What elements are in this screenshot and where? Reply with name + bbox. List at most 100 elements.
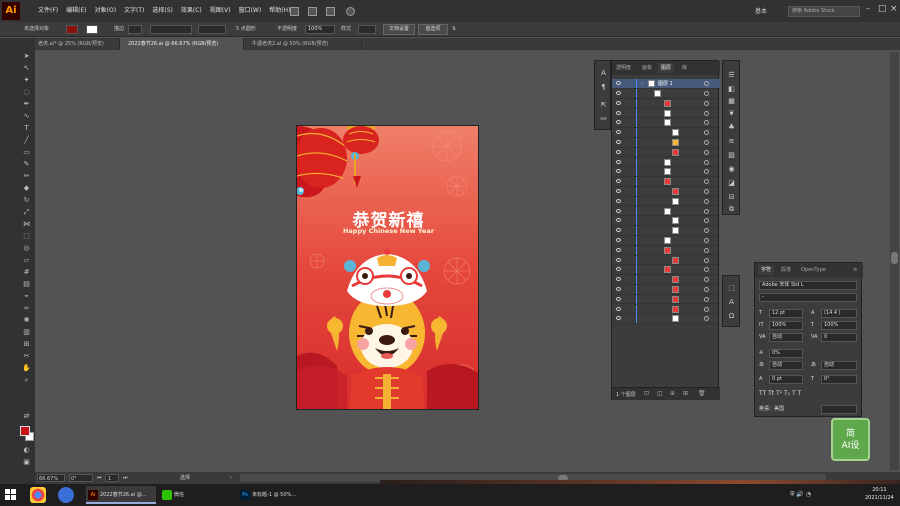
taskbar-wechat[interactable]: 微信 xyxy=(160,486,230,504)
target-icon[interactable] xyxy=(704,238,709,243)
brushes-icon[interactable]: ❦ xyxy=(727,109,736,117)
tray-icons[interactable]: ⛨ 🔊 ◔ xyxy=(790,491,811,499)
tracking-field[interactable]: 0 xyxy=(821,333,857,342)
target-icon[interactable] xyxy=(704,257,709,263)
column-graph-icon[interactable]: ▥ xyxy=(22,328,31,337)
visibility-icon[interactable] xyxy=(616,296,621,301)
artboard[interactable]: 恭贺新禧 Happy Chinese New Year xyxy=(296,125,479,410)
target-icon[interactable] xyxy=(704,81,709,86)
menu-effect[interactable]: 效果(C) xyxy=(177,0,206,22)
visibility-icon[interactable] xyxy=(616,208,621,213)
sublayer-row[interactable] xyxy=(612,157,720,168)
target-icon[interactable] xyxy=(704,179,709,185)
clip-mask-icon[interactable]: ◫ xyxy=(657,390,663,397)
tab-opentype[interactable]: OpenType xyxy=(801,265,826,275)
magic-wand-icon[interactable]: ✦ xyxy=(22,76,31,85)
visibility-icon[interactable] xyxy=(616,267,621,272)
visibility-icon[interactable] xyxy=(616,159,621,164)
menu-window[interactable]: 窗口(W) xyxy=(235,0,266,22)
visibility-icon[interactable] xyxy=(616,316,621,321)
fill-swatch[interactable] xyxy=(66,25,78,34)
close-icon[interactable]: × xyxy=(890,4,898,14)
arrange-icon[interactable]: ⇅ xyxy=(452,25,456,34)
trash-icon[interactable]: 🗑 xyxy=(698,390,706,397)
scale-icon[interactable]: ⤢ xyxy=(22,208,31,217)
first-artboard-icon[interactable]: ⏮ xyxy=(97,474,102,482)
visibility-icon[interactable] xyxy=(616,179,621,184)
horizontal-scale-field[interactable]: 100% xyxy=(821,321,857,330)
graphic-styles-icon[interactable]: ◪ xyxy=(727,179,736,187)
sublayer-row[interactable] xyxy=(612,265,720,276)
status-arrow-icon[interactable]: › xyxy=(230,474,232,482)
target-icon[interactable] xyxy=(704,100,709,106)
maximize-icon[interactable]: □ xyxy=(878,4,887,14)
text-style-buttons[interactable]: TT Tt T¹ T₁ T T xyxy=(759,389,801,398)
selection-tool-icon[interactable]: ➤ xyxy=(22,52,31,61)
screen-mode-icon[interactable]: ▣ xyxy=(22,458,31,467)
tab-character[interactable]: 字符 xyxy=(758,265,775,275)
menu-type[interactable]: 文字(T) xyxy=(120,0,148,22)
brush-label[interactable]: 5 点圆形 xyxy=(236,25,256,34)
tab-paragraph[interactable]: 段落 xyxy=(781,265,791,275)
blend-icon[interactable]: ∞ xyxy=(22,304,31,313)
vertical-scrollbar[interactable] xyxy=(890,52,899,470)
menu-select[interactable]: 选择(S) xyxy=(148,0,177,22)
visibility-icon[interactable] xyxy=(616,120,621,125)
browser-icon[interactable] xyxy=(58,487,74,503)
visibility-icon[interactable] xyxy=(616,238,621,242)
swap-icon[interactable]: ⇄ xyxy=(22,412,31,421)
lasso-icon[interactable]: ◌ xyxy=(22,88,31,97)
tab-document[interactable]: 牛遇老虎2.ai @ 50% (RGB/预览) xyxy=(244,38,362,50)
tab-document[interactable]: 老虎.ai* @ 25% (RGB/预览) xyxy=(30,38,120,50)
pencil-icon[interactable]: ✏ xyxy=(22,172,31,181)
link-icon[interactable]: ⚯ xyxy=(599,115,608,123)
rotate-icon[interactable]: ↻ xyxy=(22,196,31,205)
locate-icon[interactable]: ⊡ xyxy=(644,390,649,397)
taskbar-illustrator[interactable]: Ai 2022春节26.ai @... xyxy=(86,486,156,504)
sublayer-row[interactable] xyxy=(612,216,720,227)
sublayer-row[interactable] xyxy=(612,206,720,217)
draw-mode-icon[interactable]: ◐ xyxy=(22,446,31,455)
visibility-icon[interactable] xyxy=(616,140,621,144)
char-styles-icon[interactable]: A xyxy=(727,298,736,306)
export-icon[interactable]: ⇱ xyxy=(599,101,608,109)
visibility-icon[interactable] xyxy=(616,149,621,154)
aki-left-field[interactable]: 自动 xyxy=(769,361,803,370)
menu-file[interactable]: 文件(F) xyxy=(34,0,62,22)
mesh-icon[interactable]: # xyxy=(22,268,31,277)
line-icon[interactable]: ╱ xyxy=(22,136,31,145)
next-artboard-icon[interactable]: ⏭ xyxy=(123,474,128,482)
visibility-icon[interactable] xyxy=(616,228,621,233)
color-icon[interactable]: ◧ xyxy=(727,85,736,93)
target-icon[interactable] xyxy=(704,110,709,116)
visibility-icon[interactable] xyxy=(616,110,621,115)
target-icon[interactable] xyxy=(704,149,709,155)
sublayer-row[interactable] xyxy=(612,118,720,129)
baseline-shift-field[interactable]: 0 pt xyxy=(769,375,803,384)
profile-field[interactable] xyxy=(198,25,226,34)
target-icon[interactable] xyxy=(704,316,709,322)
appearance-icon[interactable]: ◉ xyxy=(727,165,736,173)
zoom-field[interactable]: 66.67% xyxy=(37,474,65,482)
pen-icon[interactable]: ✒ xyxy=(22,100,31,109)
sublayer-row[interactable] xyxy=(612,98,720,109)
minimize-icon[interactable]: – xyxy=(866,4,871,14)
tab-transparency[interactable]: 透明度 xyxy=(616,63,631,73)
stroke-swatch[interactable] xyxy=(86,25,98,34)
target-icon[interactable] xyxy=(704,91,709,96)
chrome-icon[interactable] xyxy=(30,487,46,503)
grid-icon[interactable] xyxy=(326,7,335,16)
font-family-field[interactable]: Adobe 宋体 Std L xyxy=(759,281,857,290)
visibility-icon[interactable] xyxy=(616,81,621,85)
tab-artboards[interactable]: 画板 xyxy=(642,63,652,73)
sublayer-row[interactable] xyxy=(612,196,720,207)
sublayer-row[interactable] xyxy=(612,275,720,285)
properties-icon[interactable]: ☰ xyxy=(727,71,736,79)
stock-search-input[interactable]: 搜索 Adobe Stock xyxy=(788,6,860,17)
sublayer-row[interactable] xyxy=(612,245,720,256)
eraser-icon[interactable]: ◆ xyxy=(22,184,31,193)
aki-right-field[interactable]: 自动 xyxy=(821,361,857,370)
target-icon[interactable] xyxy=(704,198,709,204)
visibility-icon[interactable] xyxy=(616,277,621,282)
visibility-icon[interactable] xyxy=(616,169,621,174)
